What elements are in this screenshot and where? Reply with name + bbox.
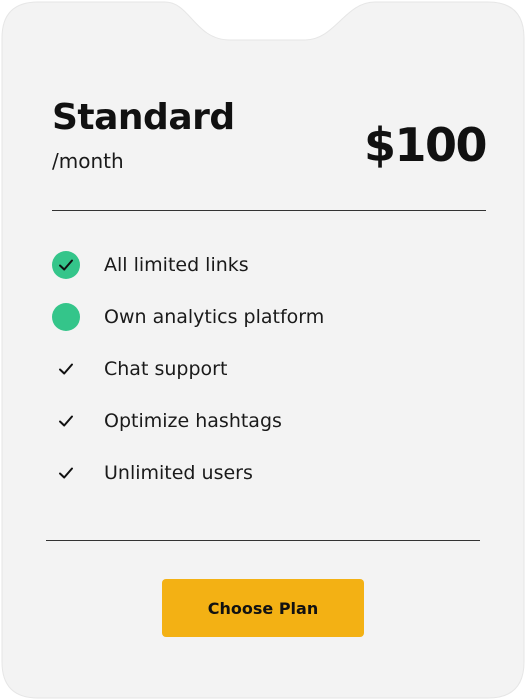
feature-label: Optimize hashtags <box>104 410 282 432</box>
feature-item: All limited links <box>52 248 324 282</box>
feature-item: Optimize hashtags <box>52 404 324 438</box>
feature-label: Chat support <box>104 358 228 380</box>
plan-price: $100 <box>363 118 488 172</box>
feature-item: Unlimited users <box>52 456 324 490</box>
feature-label: All limited links <box>104 254 249 276</box>
plan-period: /month <box>52 149 124 173</box>
top-divider <box>52 210 486 211</box>
check-icon <box>52 355 80 383</box>
filled-circle-icon <box>52 303 80 331</box>
feature-item: Own analytics platform <box>52 300 324 334</box>
bottom-divider <box>46 540 480 541</box>
feature-label: Unlimited users <box>104 462 253 484</box>
plan-title: Standard <box>52 97 235 138</box>
check-icon <box>52 459 80 487</box>
feature-list: All limited links Own analytics platform… <box>52 248 324 508</box>
feature-item: Chat support <box>52 352 324 386</box>
feature-label: Own analytics platform <box>104 306 325 328</box>
choose-plan-button[interactable]: Choose Plan <box>162 579 364 637</box>
check-circle-icon <box>52 251 80 279</box>
pricing-card: Standard /month $100 All limited links O… <box>0 0 526 700</box>
check-icon <box>52 407 80 435</box>
